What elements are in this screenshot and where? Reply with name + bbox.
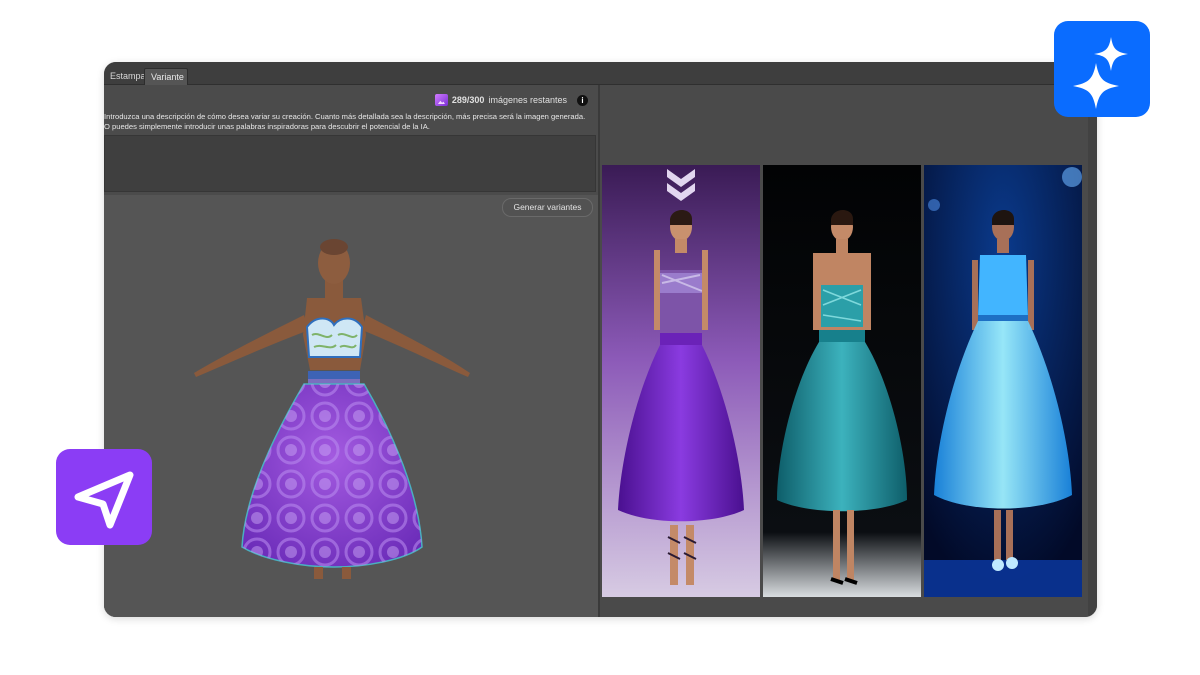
variant-teal-dress-image — [763, 165, 921, 597]
info-icon[interactable]: i — [577, 94, 588, 106]
tab-variante[interactable]: Variante — [144, 68, 188, 85]
tab-bar: Estampa Variante — [104, 62, 1097, 85]
images-remaining-label: imágenes restantes — [488, 95, 567, 105]
tab-estampa[interactable]: Estampa — [104, 68, 148, 84]
variant-purple-dress-image — [602, 165, 760, 597]
right-scrollbar[interactable] — [1088, 85, 1097, 617]
images-count: 289/300 — [451, 95, 485, 105]
sparkle-badge — [1054, 21, 1150, 117]
variant-image-2[interactable] — [763, 165, 921, 597]
variant-image-3[interactable] — [924, 165, 1082, 597]
avatar-3d-model — [194, 239, 470, 579]
instructions-text: Introduzca una descripción de cómo desea… — [104, 112, 596, 132]
sparkle-icon — [1073, 37, 1128, 109]
image-gallery-icon — [434, 94, 448, 106]
variant-panel: 289/300 imágenes restantes i Introduzca … — [104, 85, 598, 617]
images-remaining-counter: 289/300 imágenes restantes i — [434, 92, 588, 108]
app-window: Estampa Variante 289/300 imágenes restan… — [104, 62, 1097, 617]
variant-blue-dress-image — [924, 165, 1082, 597]
variants-results-panel — [600, 85, 1088, 617]
generate-variants-button[interactable]: Generar variantes — [502, 198, 593, 217]
instructions-line-1: Introduzca una descripción de cómo desea… — [104, 112, 586, 121]
send-icon — [74, 471, 134, 529]
send-badge — [56, 449, 152, 545]
variant-image-1[interactable] — [602, 165, 760, 597]
instructions-line-2: O puedes simplemente introducir unas pal… — [104, 122, 430, 131]
3d-preview-viewport[interactable] — [104, 195, 598, 617]
description-input[interactable] — [104, 135, 596, 192]
